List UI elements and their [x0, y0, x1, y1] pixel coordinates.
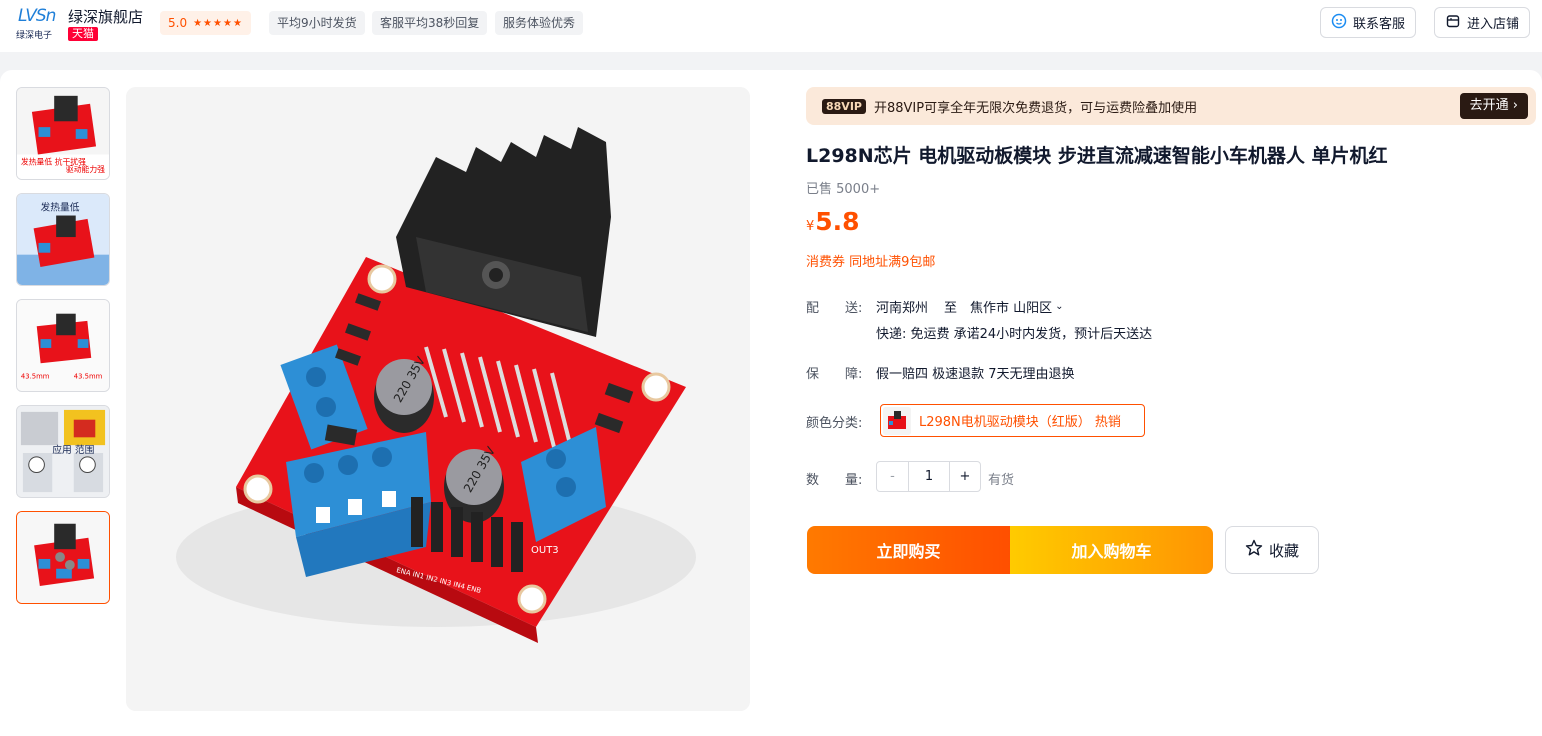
delivery-from: 河南郑州 — [876, 301, 929, 316]
thumbnail-caption: 驱动能力强 — [66, 164, 105, 174]
store-icon — [1445, 13, 1461, 33]
shop-tag-reply: 客服平均38秒回复 — [372, 11, 488, 35]
shop-logo[interactable]: LVSn 绿深电子 — [16, 6, 58, 42]
logo-text: LVSn — [18, 6, 56, 26]
vip-text: 开88VIP可享全年无限次免费退货，可与运费险叠加使用 — [873, 100, 1198, 116]
shop-tag-service: 服务体验优秀 — [495, 11, 584, 35]
main-product-image[interactable]: 220 35V 220 35V OUT3 ENA IN1 IN2 IN3 IN4… — [126, 87, 750, 711]
chevron-down-icon: ⌄ — [1055, 301, 1064, 312]
thumbnail-caption: 发热量低 — [40, 201, 79, 214]
contact-service-button[interactable]: 联系客服 — [1320, 7, 1417, 38]
price-value: 5.8 — [815, 207, 860, 236]
enter-shop-label: 进入店铺 — [1467, 17, 1520, 32]
thumbnail-caption: 应用 范围 — [52, 443, 94, 456]
quantity-stepper: - 1 + — [876, 461, 981, 492]
sku-thumbnail — [883, 406, 911, 435]
quantity-increase-button[interactable]: + — [949, 462, 980, 491]
shop-tag-shipping: 平均9小时发货 — [269, 11, 365, 35]
thumbnail-1[interactable]: 发热量低 抗干扰强 驱动能力强 — [16, 87, 110, 180]
shop-name[interactable]: 绿深旗舰店 — [68, 6, 143, 27]
thumbnail-4[interactable]: 应用 范围 — [16, 405, 110, 498]
quantity-decrease-button[interactable]: - — [877, 462, 909, 491]
delivery-destination-text: 焦作市 山阳区 — [970, 301, 1053, 316]
product-title: L298N芯片 电机驱动板模块 步进直流减速智能小车机器人 单片机红 — [806, 145, 1388, 167]
color-label: 颜色分类: — [806, 416, 863, 431]
shop-header: LVSn 绿深电子 绿深旗舰店 天猫 5.0 ★★★★★ 平均9小时发货 客服平… — [0, 0, 1542, 52]
quantity-label: 数 量: — [806, 473, 863, 488]
product-main: 发热量低 抗干扰强 驱动能力强 发热量低 43.5mm 43.5mm 应用 范围… — [0, 70, 1542, 736]
star-icon — [1245, 539, 1263, 561]
board-label-out3: OUT3 — [531, 545, 559, 556]
guarantee-label: 保 障: — [806, 367, 863, 382]
buy-now-button[interactable]: 立即购买 — [807, 526, 1010, 574]
shop-rating: 5.0 ★★★★★ — [160, 11, 251, 35]
delivery-info: 快递: 免运费 承诺24小时内发货，预计后天送达 — [876, 327, 1153, 342]
chat-icon — [1331, 13, 1347, 33]
delivery-label: 配 送: — [806, 301, 863, 316]
logo-subtext: 绿深电子 — [16, 31, 53, 41]
purchase-buttons: 立即购买 加入购物车 — [807, 526, 1213, 574]
thumbnail-5[interactable] — [16, 511, 110, 604]
vip-badge: 88VIP — [822, 98, 866, 114]
add-to-cart-button[interactable]: 加入购物车 — [1010, 526, 1213, 574]
thumbnail-caption: 43.5mm — [21, 372, 50, 380]
thumbnail-caption: 43.5mm — [74, 372, 103, 380]
thumbnail-2[interactable]: 发热量低 — [16, 193, 110, 286]
tmall-badge: 天猫 — [68, 27, 98, 41]
enter-shop-button[interactable]: 进入店铺 — [1434, 7, 1531, 38]
quantity-input[interactable]: 1 — [909, 462, 949, 491]
delivery-to-word: 至 — [944, 301, 958, 316]
coupon-text[interactable]: 消费券 同地址满9包邮 — [806, 251, 935, 270]
delivery-destination[interactable]: 焦作市 山阳区 ⌄ — [970, 297, 1064, 316]
vip-banner: 88VIP 开88VIP可享全年无限次免费退货，可与运费险叠加使用 去开通 › — [806, 87, 1536, 125]
contact-service-label: 联系客服 — [1353, 17, 1406, 32]
currency-symbol: ¥ — [806, 219, 815, 234]
color-option-selected[interactable]: L298N电机驱动模块（红版） 热销 — [880, 404, 1145, 437]
product-price: ¥ 5.8 — [806, 207, 860, 236]
favorite-label: 收藏 — [1268, 541, 1299, 560]
sold-count: 已售 5000+ — [806, 182, 881, 197]
color-option-label: L298N电机驱动模块（红版） 热销 — [919, 415, 1121, 430]
favorite-button[interactable]: 收藏 — [1225, 526, 1319, 574]
vip-activate-button[interactable]: 去开通 › — [1459, 93, 1528, 119]
rating-value: 5.0 — [168, 16, 188, 30]
stock-status: 有货 — [988, 473, 1015, 488]
guarantee-value[interactable]: 假一赔四 极速退款 7天无理由退换 — [876, 363, 1075, 382]
rating-stars-icon: ★★★★★ — [193, 17, 243, 29]
thumbnail-3[interactable]: 43.5mm 43.5mm — [16, 299, 110, 392]
